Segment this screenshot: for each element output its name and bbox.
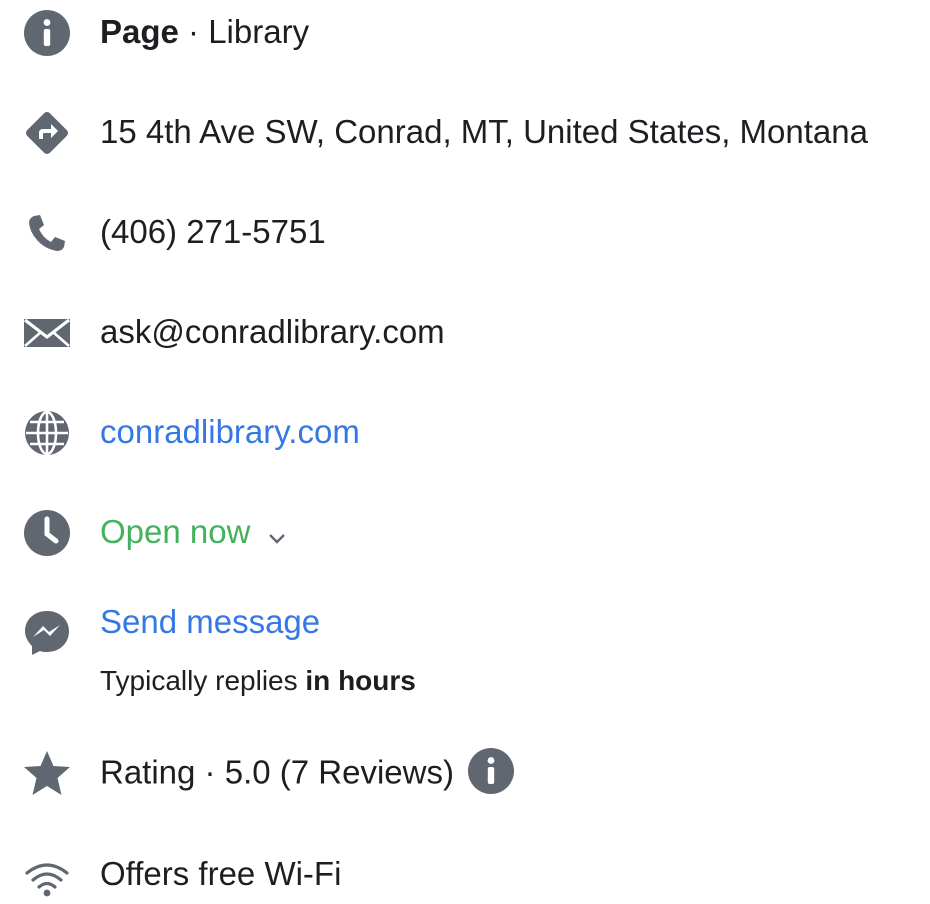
phone-number: (406) 271-5751 xyxy=(100,213,326,250)
reply-time: in hours xyxy=(305,665,416,696)
globe-icon xyxy=(22,408,72,458)
clock-icon xyxy=(22,508,72,558)
page-category-row: Page · Library xyxy=(0,8,930,68)
page-label: Page xyxy=(100,13,179,50)
rating-value: Rating · 5.0 (7 Reviews) xyxy=(100,753,454,791)
email-address: ask@conradlibrary.com xyxy=(100,313,445,350)
page-category-text: Page · Library xyxy=(100,12,309,52)
phone-icon xyxy=(22,208,72,258)
address-text: 15 4th Ave SW, Conrad, MT, United States… xyxy=(100,113,868,150)
wifi-row: Offers free Wi-Fi xyxy=(0,850,930,897)
wifi-icon xyxy=(22,854,72,904)
phone-row[interactable]: (406) 271-5751 xyxy=(0,208,930,268)
directions-icon xyxy=(22,108,72,158)
rating-text: Rating · 5.0 (7 Reviews) xyxy=(100,748,514,798)
rating-info-icon[interactable] xyxy=(467,748,514,794)
page-separator: · xyxy=(178,13,209,50)
chevron-down-icon[interactable] xyxy=(268,514,286,554)
email-row[interactable]: ask@conradlibrary.com xyxy=(0,308,930,368)
reply-prefix: Typically replies xyxy=(100,665,306,696)
hours-status-text: Open now xyxy=(100,513,251,550)
wifi-text: Offers free Wi-Fi xyxy=(100,855,342,892)
address-row[interactable]: 15 4th Ave SW, Conrad, MT, United States… xyxy=(0,108,930,168)
website-row[interactable]: conradlibrary.com xyxy=(0,408,930,468)
page-category: Library xyxy=(208,13,310,50)
star-icon xyxy=(22,748,72,798)
messenger-icon xyxy=(22,608,72,658)
mail-icon xyxy=(22,308,72,358)
message-row[interactable]: Send message Typically replies in hours xyxy=(0,600,930,710)
info-icon xyxy=(22,8,72,58)
website-link[interactable]: conradlibrary.com xyxy=(100,412,360,452)
reply-time-text: Typically replies in hours xyxy=(100,664,416,698)
hours-status[interactable]: Open now xyxy=(100,512,286,554)
hours-row[interactable]: Open now xyxy=(0,508,930,568)
rating-row[interactable]: Rating · 5.0 (7 Reviews) xyxy=(0,748,930,808)
send-message-link[interactable]: Send message xyxy=(100,602,320,642)
